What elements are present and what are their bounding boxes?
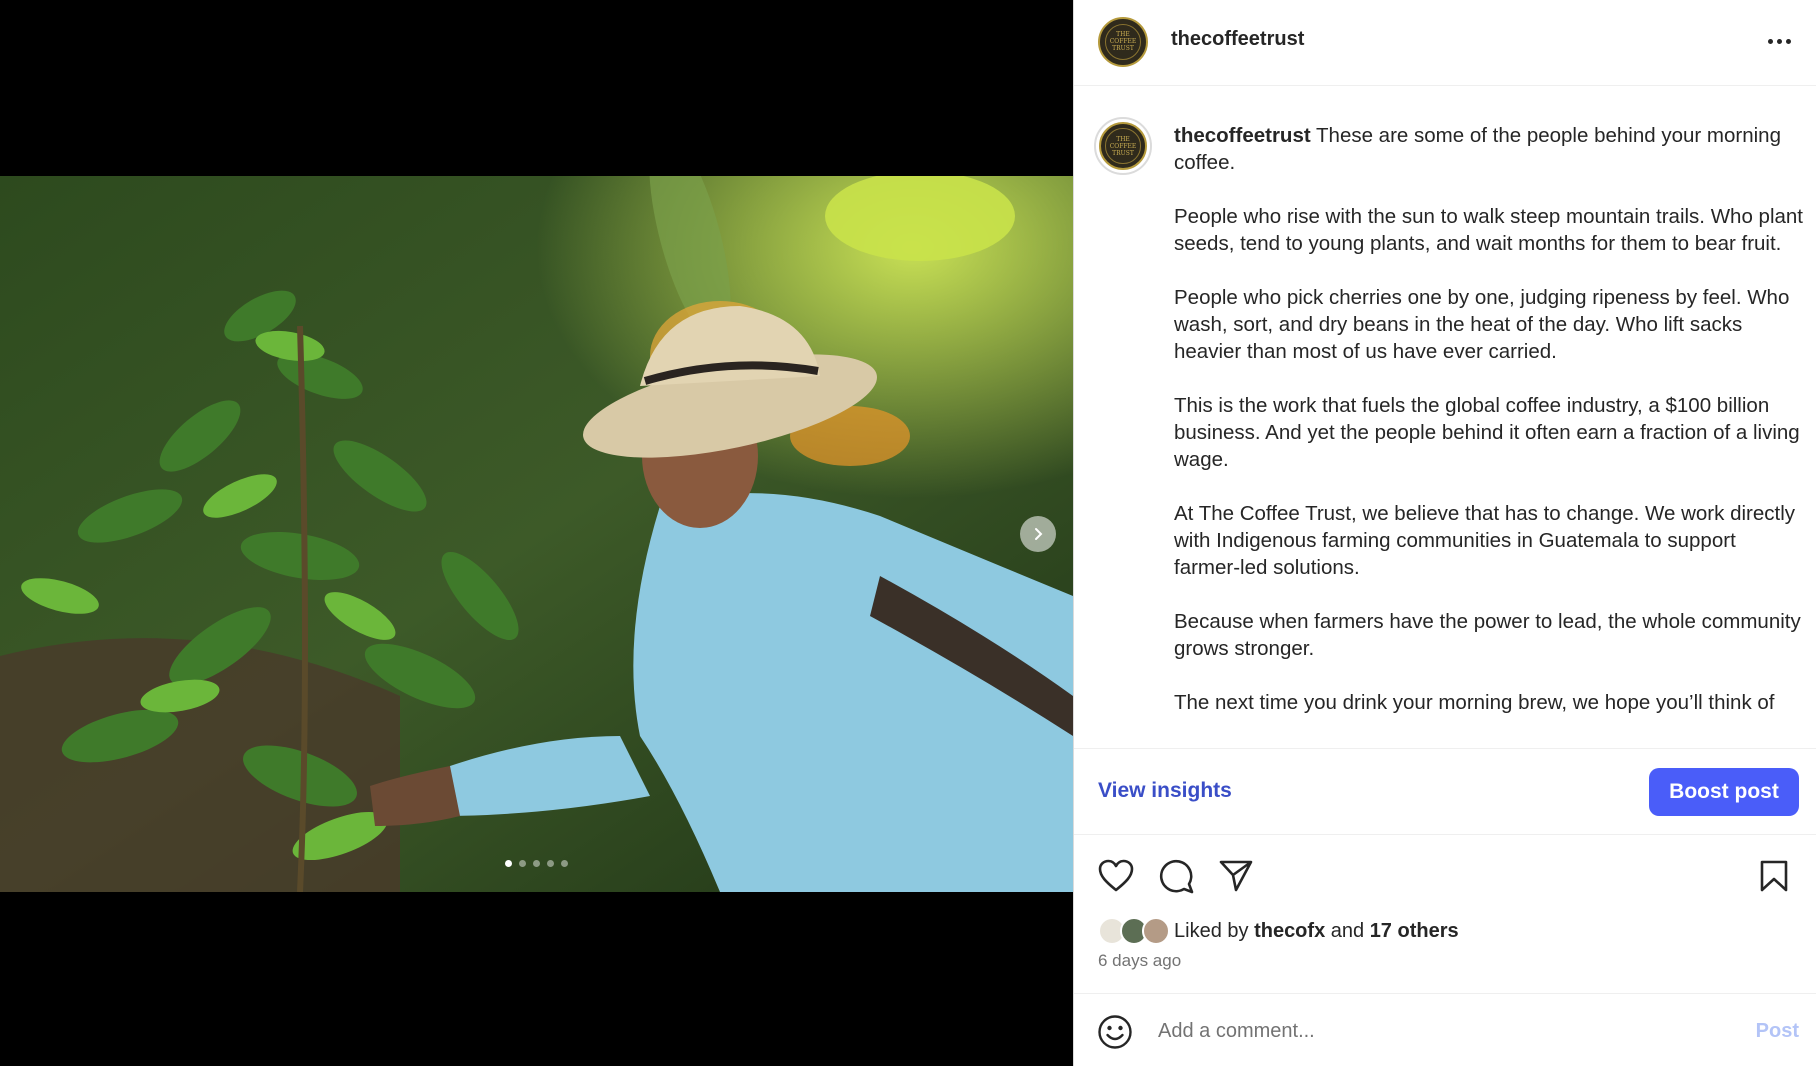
caption-avatar-ring[interactable]: THE COFFEE TRUST [1094,117,1152,175]
comment-input[interactable] [1158,1012,1658,1050]
comment-icon [1159,859,1194,894]
avatar-logo-text: COFFEE [1109,38,1137,46]
carousel-dot [533,860,540,867]
send-icon [1219,860,1253,892]
likes-summary: Liked by thecofx and 17 others [1098,916,1459,946]
caption-paragraph: People who pick cherries one by one, jud… [1174,286,1790,363]
liker-avatars[interactable] [1098,917,1174,945]
action-bar [1074,836,1816,916]
post-comment-button[interactable]: Post [1756,1020,1799,1043]
avatar-logo-text: TRUST [1112,45,1134,53]
avatar [1142,917,1170,945]
caption-paragraph: People who rise with the sun to walk ste… [1174,205,1803,255]
caption-paragraph: The next time you drink your morning bre… [1174,691,1775,714]
post-side-panel: THE COFFEE TRUST thecoffeetrust THE COFF… [1073,0,1816,1066]
insights-bar: View insights Boost post [1074,748,1816,835]
carousel-dot [505,860,512,867]
post-timestamp[interactable]: 6 days ago [1098,951,1181,971]
likes-others-link[interactable]: 17 others [1370,920,1459,942]
caption-paragraph: This is the work that fuels the global c… [1174,394,1800,471]
carousel-dot [561,860,568,867]
next-slide-button[interactable] [1020,516,1056,552]
chevron-right-icon [1035,528,1043,540]
comment-composer: Post [1074,993,1816,1066]
post-username[interactable]: thecoffeetrust [1171,28,1304,51]
likes-text: Liked by thecofx and 17 others [1174,920,1459,943]
avatar[interactable]: THE COFFEE TRUST [1098,17,1148,67]
avatar-logo-text: COFFEE [1109,142,1137,150]
avatar-logo-text: THE [1116,135,1130,143]
post-photo [0,176,1073,892]
media-viewer [0,0,1073,1066]
share-button[interactable] [1216,856,1256,896]
caption-section: THE COFFEE TRUST thecoffeetrust These ar… [1074,87,1816,748]
heart-icon [1098,859,1134,892]
save-button[interactable] [1754,856,1794,896]
carousel-indicator [0,860,1073,867]
boost-post-button[interactable]: Boost post [1649,768,1799,816]
likes-conjunction: and [1330,919,1365,942]
caption-paragraph: At The Coffee Trust, we believe that has… [1174,502,1796,579]
emoji-button[interactable] [1096,1013,1134,1051]
view-insights-link[interactable]: View insights [1098,779,1232,803]
post-header: THE COFFEE TRUST thecoffeetrust [1074,0,1816,86]
avatar: THE COFFEE TRUST [1099,122,1147,170]
caption-username[interactable]: thecoffeetrust [1174,124,1311,147]
comment-button[interactable] [1156,856,1196,896]
like-button[interactable] [1096,856,1136,896]
avatar-logo-text: TRUST [1112,149,1134,157]
caption-text: thecoffeetrust These are some of the peo… [1174,122,1804,743]
bookmark-icon [1760,860,1788,892]
likes-prefix: Liked by [1174,919,1249,942]
liker-username[interactable]: thecofx [1254,920,1325,942]
more-options-button[interactable] [1759,26,1799,56]
carousel-dot [547,860,554,867]
emoji-icon [1098,1015,1132,1049]
avatar-logo-text: THE [1116,31,1130,39]
carousel-dot [519,860,526,867]
caption-paragraph: Because when farmers have the power to l… [1174,610,1801,660]
more-icon [1767,38,1773,44]
